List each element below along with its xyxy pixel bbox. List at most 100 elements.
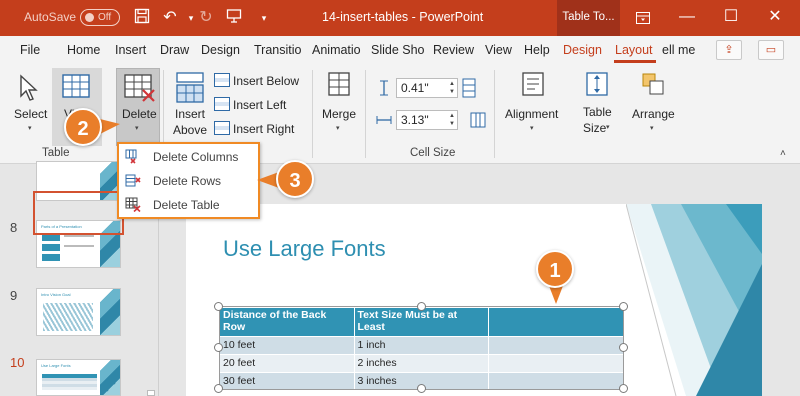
alignment-icon[interactable] [522, 72, 544, 99]
insert-above-icon[interactable] [176, 72, 204, 107]
distribute-columns-icon[interactable] [470, 112, 486, 131]
slide-number-8: 8 [10, 220, 18, 235]
insert-left-icon [214, 97, 230, 111]
customize-qat-icon[interactable]: ▾ [254, 8, 274, 28]
toggle-knob [85, 13, 94, 22]
callout-badge-3: 3 [276, 160, 314, 198]
merge-caret-icon[interactable]: ▾ [336, 124, 340, 132]
thumbnail-title: Intro Vision Goal [41, 292, 71, 297]
autosave-label: AutoSave [24, 10, 77, 24]
delete-dropdown-menu: Delete Columns Delete Rows Delete Table [117, 142, 260, 219]
slide-thumbnail-10[interactable]: Use Large Fonts [36, 359, 121, 396]
redo-icon[interactable]: ↻ [196, 8, 216, 28]
slide-thumbnail-9[interactable]: Intro Vision Goal [36, 288, 121, 336]
ribbon-tabs: File Home Insert Draw Design Transitio A… [0, 36, 800, 64]
delete-columns-menu-item[interactable]: Delete Columns [121, 146, 258, 168]
slide-title[interactable]: Use Large Fonts [223, 236, 386, 262]
thumbnail-text-line [64, 235, 94, 237]
scroll-thumb[interactable] [147, 390, 155, 396]
slide-number-9: 9 [10, 288, 18, 303]
insert-right-button[interactable]: Insert Right [214, 121, 294, 136]
share-icon[interactable]: ⇪ [716, 40, 742, 60]
resize-handle[interactable] [619, 302, 628, 311]
tab-transitions[interactable]: Transitio [254, 43, 301, 57]
thumbnail-chart [43, 303, 93, 331]
merge-button[interactable]: Merge [322, 107, 356, 121]
tab-draw[interactable]: Draw [160, 43, 189, 57]
select-button[interactable]: Select [14, 107, 47, 121]
tab-home[interactable]: Home [67, 43, 100, 57]
distribute-rows-icon[interactable] [462, 78, 476, 101]
column-width-input[interactable]: 3.13" ▲ ▼ [396, 110, 458, 130]
save-icon[interactable] [132, 8, 152, 28]
resize-handle[interactable] [417, 384, 426, 393]
tab-insert[interactable]: Insert [115, 43, 146, 57]
resize-handle[interactable] [214, 302, 223, 311]
view-gridlines-icon[interactable] [62, 74, 90, 101]
alignment-button[interactable]: Alignment [505, 107, 558, 121]
tab-slide-show[interactable]: Slide Sho [371, 43, 425, 57]
tab-table-design[interactable]: Design [563, 43, 602, 57]
ribbon-display-options-icon[interactable] [620, 0, 666, 36]
delete-rows-menu-item[interactable]: Delete Rows [121, 170, 258, 192]
table-size-caret-icon[interactable]: ▾ [606, 123, 610, 131]
arrange-caret-icon[interactable]: ▾ [650, 124, 654, 132]
ribbon-separator [494, 70, 495, 158]
collapse-ribbon-icon[interactable]: ˄ [780, 148, 786, 159]
delete-caret-icon[interactable]: ▾ [135, 124, 139, 132]
thumbnail-decoration [100, 360, 120, 395]
table-size-label-2[interactable]: Size [583, 121, 606, 135]
thumbnail-title: Use Large Fonts [41, 363, 71, 368]
tab-file[interactable]: File [20, 43, 40, 57]
arrange-button[interactable]: Arrange [632, 107, 675, 121]
insert-above-label-2[interactable]: Above [173, 123, 207, 137]
delete-button[interactable]: Delete [122, 107, 157, 121]
resize-handle[interactable] [214, 343, 223, 352]
minimize-button[interactable]: — [664, 0, 710, 36]
resize-handle[interactable] [417, 302, 426, 311]
table-tools-context-title: Table To... [557, 0, 620, 36]
insert-left-button[interactable]: Insert Left [214, 97, 286, 112]
resize-handle[interactable] [214, 384, 223, 393]
tab-animations[interactable]: Animatio [312, 43, 361, 57]
delete-table-label: Delete Table [153, 198, 220, 212]
insert-above-label-1[interactable]: Insert [175, 107, 205, 121]
delete-table-big-icon[interactable] [124, 74, 156, 105]
active-tab-indicator [614, 60, 656, 63]
current-slide-highlight [33, 191, 124, 235]
tab-help[interactable]: Help [524, 43, 550, 57]
row-height-spinner-icon[interactable]: ▲ ▼ [449, 80, 455, 96]
tab-review[interactable]: Review [433, 43, 474, 57]
table-size-label-1[interactable]: Table [583, 105, 612, 119]
tab-view[interactable]: View [485, 43, 512, 57]
row-height-input[interactable]: 0.41" ▲ ▼ [396, 78, 458, 98]
title-bar: AutoSave Off ↶ ▾ ↻ ▾ 14-insert-tables - … [0, 0, 800, 36]
maximize-button[interactable]: ☐ [708, 0, 754, 36]
slide-number-10: 10 [10, 355, 25, 370]
undo-icon[interactable]: ↶ [160, 8, 180, 28]
alignment-caret-icon[interactable]: ▾ [530, 124, 534, 132]
select-caret-icon[interactable]: ▾ [28, 124, 32, 132]
close-button[interactable]: ✕ [752, 0, 798, 36]
tab-tell-me[interactable]: ell me [662, 43, 695, 57]
thumbnail-text-line [64, 245, 94, 247]
resize-handle[interactable] [619, 343, 628, 352]
select-icon[interactable] [18, 74, 40, 105]
tab-design[interactable]: Design [201, 43, 240, 57]
present-icon[interactable] [224, 8, 244, 28]
merge-icon[interactable] [328, 72, 350, 99]
column-width-spinner-icon[interactable]: ▲ ▼ [449, 112, 455, 128]
comments-icon[interactable]: ▭ [758, 40, 784, 60]
ribbon-separator [312, 70, 313, 158]
delete-table-icon [125, 197, 141, 212]
table-row-height-icon [376, 80, 392, 99]
autosave-toggle[interactable]: Off [80, 9, 120, 26]
table-selection-frame [219, 306, 624, 390]
insert-right-label: Insert Right [233, 122, 295, 136]
tab-table-layout[interactable]: Layout [615, 43, 653, 57]
table-size-icon[interactable] [586, 72, 608, 99]
arrange-icon[interactable] [641, 72, 665, 99]
resize-handle[interactable] [619, 384, 628, 393]
delete-table-menu-item[interactable]: Delete Table [121, 194, 258, 216]
insert-below-button[interactable]: Insert Below [214, 73, 299, 88]
